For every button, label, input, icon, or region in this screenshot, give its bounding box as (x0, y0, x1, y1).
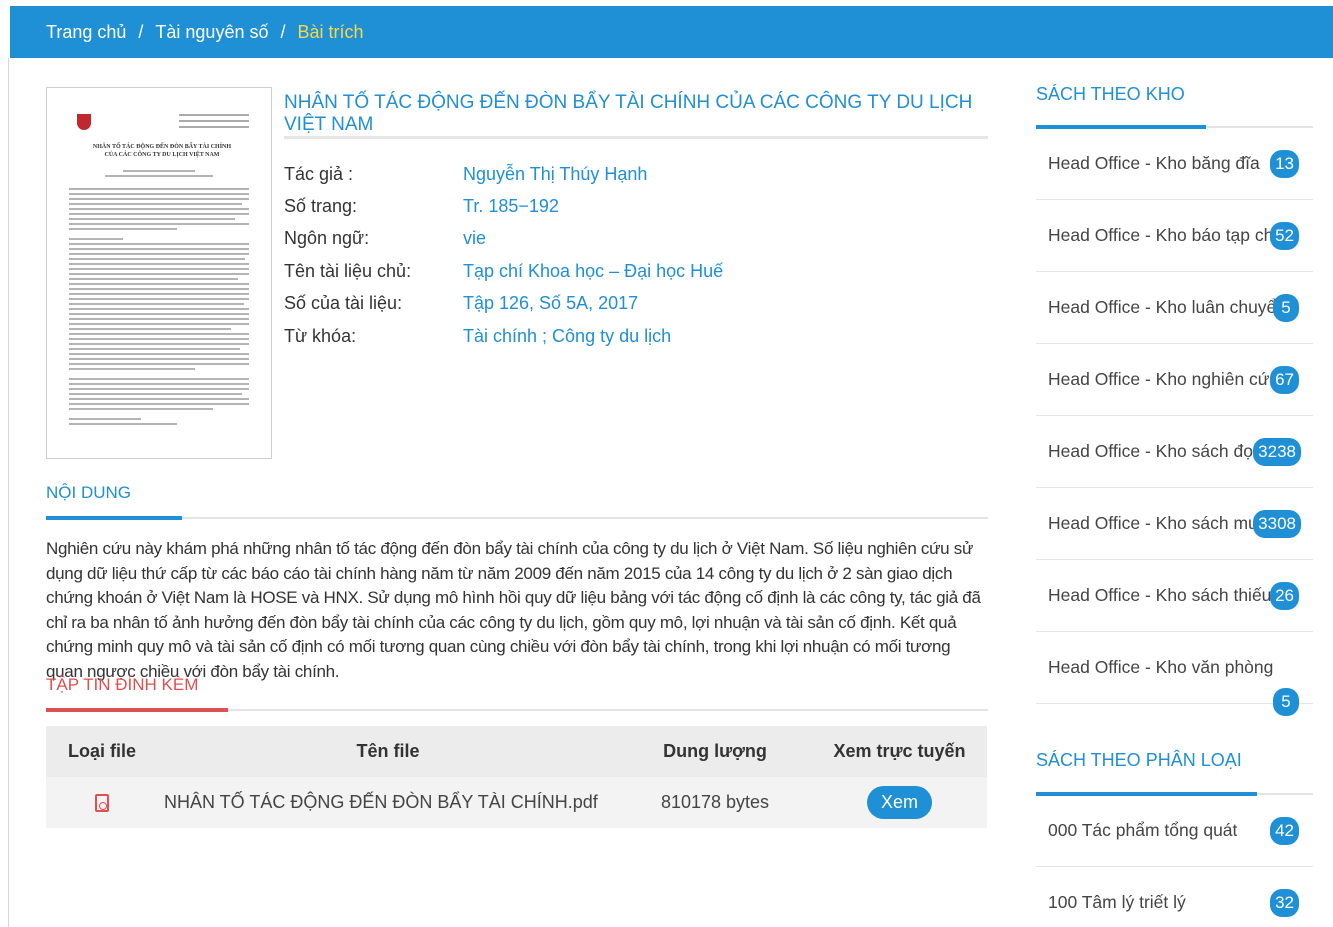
count-badge: 3308 (1253, 510, 1301, 538)
document-cover-thumbnail[interactable]: NHÂN TỐ TÁC ĐỘNG ĐẾN ĐÒN BẨY TÀI CHÍNH C… (46, 87, 272, 459)
sidebar-item-label: Head Office - Kho luân chuyển (1048, 297, 1276, 317)
count-badge: 42 (1270, 817, 1299, 845)
sidebar-list-item[interactable]: Head Office - Kho băng đĩa 13 (1036, 128, 1313, 200)
meta-label: Ngôn ngữ: (284, 228, 370, 249)
sidebar-list-item[interactable]: Head Office - Kho sách đọc 3238 (1036, 416, 1313, 488)
count-badge: 13 (1270, 150, 1299, 178)
breadcrumb-home-link[interactable]: Trang chủ (46, 22, 126, 43)
meta-value-link[interactable]: Tài chính ; Công ty du lịch (463, 326, 671, 347)
attachments-table: Loại file Tên file Dung lượng Xem trực t… (46, 726, 987, 828)
sidebar-list-item[interactable]: Head Office - Kho luân chuyển 5 (1036, 272, 1313, 344)
meta-row: Số trang: Tr. 185−192 (284, 190, 723, 222)
attachments-heading: TẬP TIN ĐÍNH KÈM (46, 675, 199, 694)
pdf-icon (95, 794, 109, 813)
col-file-name: Tên file (356, 741, 420, 761)
table-row: NHÂN TỐ TÁC ĐỘNG ĐẾN ĐÒN BẨY TÀI CHÍNH.p… (46, 777, 987, 828)
sidebar-list-item[interactable]: Head Office - Kho sách thiếu nhi 26 (1036, 560, 1313, 632)
abstract-text: Nghiên cứu này khám phá những nhân tố tá… (46, 539, 981, 681)
col-file-size: Dung lượng (663, 741, 767, 761)
table-header-row: Loại file Tên file Dung lượng Xem trực t… (46, 726, 987, 777)
sidebar-list-item[interactable]: Head Office - Kho sách mượn 3308 (1036, 488, 1313, 560)
content-heading-underline (46, 516, 182, 520)
count-badge: 26 (1270, 582, 1299, 610)
store-list: Head Office - Kho băng đĩa 13 Head Office … (1036, 128, 1313, 716)
view-cell: Xem (812, 777, 987, 828)
view-online-button[interactable]: Xem (866, 786, 932, 819)
count-badge: 67 (1270, 366, 1299, 394)
count-badge: 52 (1270, 222, 1299, 250)
meta-value-link[interactable]: Nguyễn Thị Thúy Hạnh (463, 164, 647, 185)
meta-row: Tác giả : Nguyễn Thị Thúy Hạnh (284, 158, 723, 190)
sidebar-item-label: Head Office - Kho sách đọc (1048, 441, 1262, 461)
sidebar-item-label: Head Office - Kho băng đĩa (1048, 153, 1260, 173)
col-view-online: Xem trực tuyến (833, 741, 966, 761)
sidebar-list-item[interactable]: 000 Tác phẩm tổng quát 42 (1036, 795, 1313, 867)
sidebar-item-label: Head Office - Kho sách thiếu nhi (1048, 585, 1276, 605)
sidebar-item-label: 000 Tác phẩm tổng quát (1048, 820, 1238, 840)
meta-row: Từ khóa: Tài chính ; Công ty du lịch (284, 320, 723, 352)
meta-row: Tên tài liệu chủ: Tạp chí Khoa học – Đại … (284, 255, 723, 287)
meta-value-link[interactable]: Tr. 185−192 (463, 196, 559, 217)
meta-label: Tên tài liệu chủ: (284, 260, 412, 281)
cover-body-text (69, 188, 249, 428)
meta-row: Số của tài liệu: Tập 126, Số 5A, 2017 (284, 288, 723, 320)
file-name-cell: NHÂN TỐ TÁC ĐỘNG ĐẾN ĐÒN BẨY TÀI CHÍNH.p… (164, 792, 598, 812)
sidebar-item-label: Head Office - Kho sách mượn (1048, 513, 1276, 533)
attachments-heading-underline (46, 708, 228, 712)
meta-label: Số trang: (284, 196, 358, 217)
sidebar-item-label: Head Office - Kho báo tạp chí (1048, 225, 1276, 245)
meta-value-link[interactable]: Tạp chí Khoa học – Đại học Huế (463, 261, 723, 282)
meta-label: Số của tài liệu: (284, 293, 403, 314)
breadcrumb: Trang chủ / Tài nguyên số / Bài trích (10, 6, 1333, 58)
sidebar-item-label: Head Office - Kho nghiên cứu (1048, 369, 1276, 389)
meta-label: Từ khóa: (284, 325, 357, 346)
sidebar-list-item[interactable]: Head Office - Kho văn phòng phẩm 5 (1036, 632, 1313, 716)
article-metadata: Tác giả : Nguyễn Thị Thúy Hạnh Số trang: Tr… (284, 158, 723, 352)
sidebar-item-label: Head Office - Kho văn phòng phẩm (1048, 657, 1276, 677)
sidebar-item-label: 100 Tâm lý triết lý (1048, 892, 1186, 912)
meta-label: Tác giả : (284, 163, 354, 184)
count-badge: 32 (1270, 889, 1299, 917)
meta-value-link[interactable]: vie (463, 228, 486, 249)
journal-logo-icon (77, 114, 91, 130)
sidebar-list-item[interactable]: Head Office - Kho báo tạp chí 52 (1036, 200, 1313, 272)
file-type-cell (46, 777, 158, 828)
count-badge: 3238 (1253, 438, 1301, 466)
content-divider (46, 517, 988, 519)
meta-row: Ngôn ngữ: vie (284, 223, 723, 255)
title-divider (284, 136, 988, 139)
breadcrumb-current: Bài trích (297, 21, 364, 42)
category-heading: SÁCH THEO PHÂN LOẠI (1036, 750, 1242, 770)
breadcrumb-resources-link[interactable]: Tài nguyên số (155, 22, 268, 43)
count-badge: 5 (1273, 294, 1299, 322)
content-heading: NỘI DUNG (46, 483, 131, 502)
sidebar-list-item[interactable]: Head Office - Kho nghiên cứu 67 (1036, 344, 1313, 416)
article-title: NHÂN TỐ TÁC ĐỘNG ĐẾN ĐÒN BẨY TÀI CHÍNH C… (284, 92, 973, 135)
category-list: 000 Tác phẩm tổng quát 42 100 Tâm lý triết… (1036, 795, 1313, 927)
cover-title: NHÂN TỐ TÁC ĐỘNG ĐẾN ĐÒN BẨY TÀI CHÍNH C… (92, 144, 232, 158)
cover-author-lines (69, 170, 249, 180)
cover-header-lines (179, 114, 249, 132)
breadcrumb-separator: / (138, 21, 144, 42)
page-left-border (8, 58, 9, 927)
sidebar-list-item[interactable]: 100 Tâm lý triết lý 32 (1036, 867, 1313, 927)
col-file-type: Loại file (67, 741, 136, 761)
meta-value-link[interactable]: Tập 126, Số 5A, 2017 (463, 293, 638, 314)
count-badge: 5 (1273, 688, 1299, 716)
file-size-cell: 810178 bytes (660, 792, 770, 812)
store-heading: SÁCH THEO KHO (1036, 84, 1185, 104)
breadcrumb-separator: / (280, 21, 286, 42)
